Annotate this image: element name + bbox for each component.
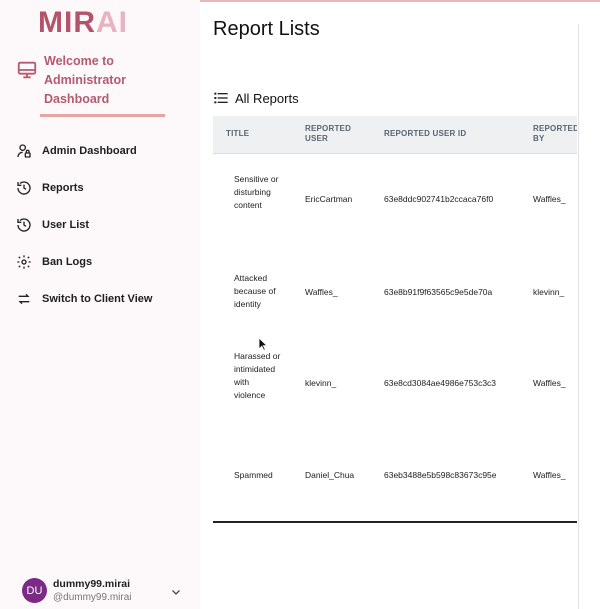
- history-icon: [14, 178, 34, 198]
- sidebar: MIRAI Welcome to Administrator Dashboard…: [0, 0, 200, 609]
- page-title: Report Lists: [213, 18, 320, 40]
- sidebar-item-label: Admin Dashboard: [42, 145, 137, 157]
- sidebar-item-switch-client-view[interactable]: Switch to Client View: [14, 288, 152, 310]
- cell-title: Sensitive or disturbing content: [234, 174, 279, 210]
- column-header-reported-by[interactable]: REPORTED BY: [533, 124, 577, 144]
- table-bottom-border: [213, 521, 577, 523]
- column-header-title[interactable]: TITLE: [226, 129, 249, 139]
- user-name: dummy99.mirai: [53, 578, 131, 590]
- cell-reported-by: Waffles_: [533, 470, 566, 480]
- cell-reported-by: klevinn_: [533, 287, 565, 297]
- cell-reported-user-id: 63eb3488e5b598c83673c95e: [384, 470, 497, 480]
- cell-reported-user: Waffles_: [305, 287, 338, 297]
- cell-title: Harassed or intimidated with violence: [234, 351, 281, 400]
- section-title: All Reports: [235, 90, 299, 106]
- avatar: DU: [22, 578, 47, 603]
- user-handle: @dummy99.mirai: [53, 592, 132, 603]
- sidebar-item-admin-dashboard[interactable]: Admin Dashboard: [14, 140, 137, 162]
- sidebar-item-reports[interactable]: Reports: [14, 177, 84, 199]
- cell-reported-user-id: 63e8cd3084ae4986e753c3c3: [384, 378, 497, 388]
- cell-title: Attacked because of identity: [234, 273, 276, 309]
- sidebar-item-ban-logs[interactable]: Ban Logs: [14, 251, 92, 273]
- admin-user-icon: [14, 141, 34, 161]
- sidebar-divider: [40, 114, 165, 117]
- list-icon: [213, 90, 229, 106]
- cell-reported-by: Waffles_: [533, 378, 566, 388]
- column-header-reported-user[interactable]: REPORTED USER: [305, 124, 365, 144]
- history-icon: [14, 215, 34, 235]
- vertical-scrollbar-track[interactable]: [578, 24, 579, 609]
- cell-reported-by: Waffles_: [533, 194, 566, 204]
- logo-main-text: MIR: [38, 6, 96, 39]
- reports-table: TITLE REPORTED USER REPORTED USER ID REP…: [213, 116, 577, 524]
- logo-fade-text: AI: [96, 6, 128, 39]
- sidebar-item-label: Reports: [42, 182, 84, 194]
- sidebar-item-label: Ban Logs: [42, 256, 93, 268]
- swap-arrows-icon: [14, 289, 34, 309]
- sidebar-item-user-list[interactable]: User List: [14, 214, 89, 236]
- mouse-pointer-icon: [258, 337, 268, 351]
- cell-reported-user: Daniel_Chua: [305, 470, 355, 480]
- gear-icon: [14, 252, 34, 272]
- user-profile[interactable]: DU dummy99.mirai @dummy99.mirai: [22, 576, 192, 606]
- column-header-reported-user-id[interactable]: REPORTED USER ID: [384, 129, 466, 139]
- monitor-icon: [16, 59, 38, 81]
- table-header: TITLE REPORTED USER REPORTED USER ID REP…: [213, 116, 577, 154]
- sidebar-item-label: User List: [42, 219, 90, 231]
- cell-reported-user: EricCartman: [305, 194, 353, 204]
- cell-title: Spammed: [234, 470, 273, 480]
- chevron-down-icon[interactable]: [170, 585, 182, 597]
- cell-reported-user-id: 63e8b91f9f63565c9e5de70a: [384, 287, 493, 297]
- section-header: All Reports: [213, 90, 299, 106]
- sidebar-item-label: Switch to Client View: [42, 293, 153, 305]
- cell-reported-user: klevinn_: [305, 378, 337, 388]
- cell-reported-user-id: 63e8ddc902741b2ccaca76f0: [384, 194, 494, 204]
- welcome-text: Welcome to Administrator Dashboard: [44, 54, 126, 106]
- brand-logo[interactable]: MIRAI: [38, 6, 128, 40]
